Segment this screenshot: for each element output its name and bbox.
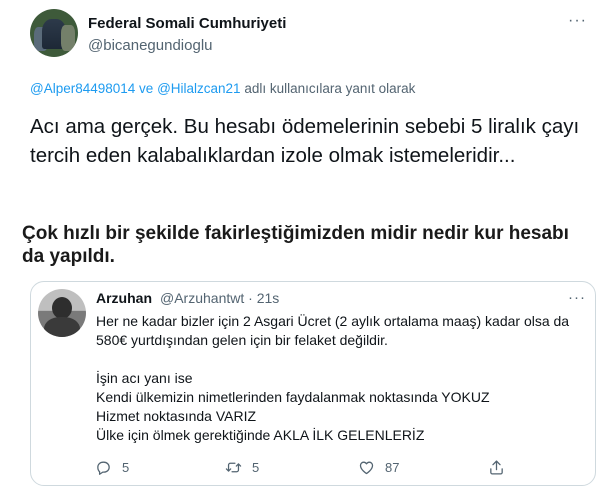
- like-button[interactable]: 87: [358, 458, 399, 476]
- author-handle[interactable]: @bicanegundioglu: [88, 37, 213, 54]
- quoted-text-line: Her ne kadar bizler için 2 Asgari Ücret …: [96, 313, 570, 329]
- quoted-text-line: Ülke için ölmek gerektiğinde AKLA İLK GE…: [96, 427, 425, 443]
- retweet-count: 5: [252, 459, 260, 475]
- tweet-text: Acı ama gerçek. Bu hesabı ödemelerinin s…: [30, 115, 580, 167]
- quoted-text-line: İşin acı yanı ise: [96, 370, 193, 386]
- quoted-text-line: Kendi ülkemizin nimetlerinden faydalanma…: [96, 389, 490, 405]
- reply-button[interactable]: 5: [95, 458, 129, 476]
- heart-icon: [359, 461, 374, 474]
- reply-context-suffix: adlı kullanıcılara yanıt olarak: [240, 81, 416, 96]
- more-options-icon[interactable]: ···: [568, 13, 586, 30]
- reply-connector: ve: [135, 81, 158, 96]
- mention-link-1[interactable]: @Alper84498014: [30, 81, 135, 96]
- quoted-author-handle[interactable]: @Arzuhantwt: [160, 290, 244, 306]
- reply-count: 5: [122, 459, 130, 475]
- meta-separator: ·: [244, 290, 257, 306]
- author-display-name[interactable]: Federal Somali Cumhuriyeti: [88, 15, 286, 32]
- retweet-button[interactable]: 5: [225, 458, 259, 476]
- quoted-author-avatar[interactable]: [38, 289, 86, 337]
- quoted-more-options-icon[interactable]: ···: [568, 290, 586, 305]
- quoted-text-line: [96, 350, 590, 369]
- caption-headline: Çok hızlı bir şekilde fakirleştiğimizden…: [22, 223, 569, 267]
- author-avatar[interactable]: [30, 9, 78, 57]
- share-button[interactable]: [488, 458, 505, 476]
- quoted-author-name[interactable]: Arzuhan: [96, 290, 152, 306]
- reply-icon: [97, 461, 110, 475]
- mention-link-2[interactable]: @Hilalzcan21: [157, 81, 241, 96]
- quoted-text-line: 580€ yurtdışından gelen için bir felaket…: [96, 332, 388, 348]
- quoted-timestamp[interactable]: 21s: [257, 290, 280, 306]
- quoted-tweet-text: Her ne kadar bizler için 2 Asgari Ücret …: [96, 312, 590, 445]
- quoted-author-meta: @Arzuhantwt · 21s: [160, 290, 279, 306]
- like-count: 87: [385, 459, 400, 475]
- retweet-icon: [225, 462, 242, 472]
- reply-context: @Alper84498014 ve @Hilalzcan21 adlı kull…: [30, 81, 415, 96]
- share-icon: [490, 459, 503, 475]
- quoted-text-line: Hizmet noktasında VARIZ: [96, 408, 257, 424]
